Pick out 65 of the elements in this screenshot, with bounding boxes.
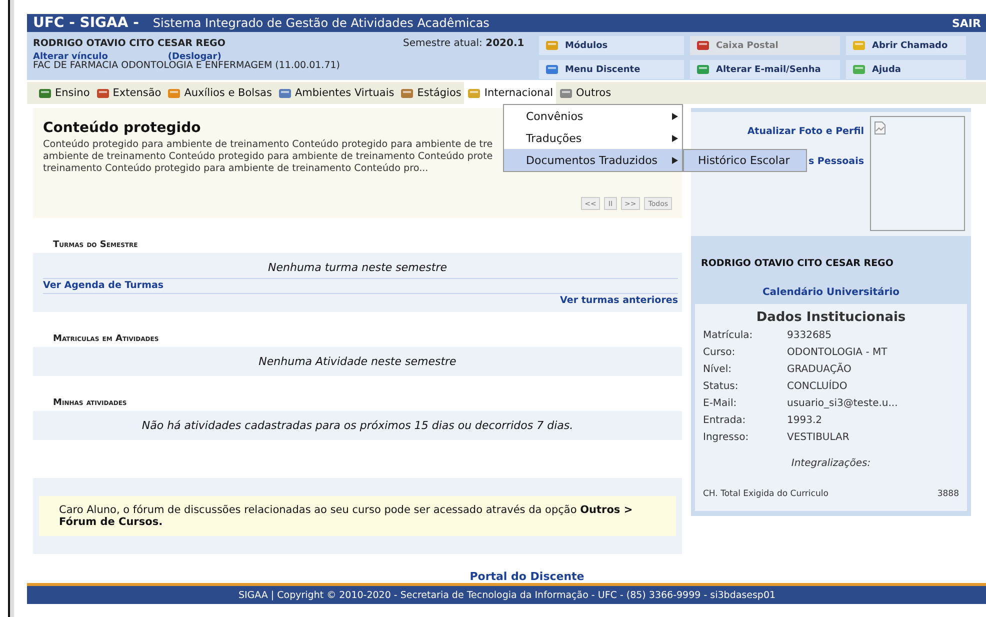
dropdown-item[interactable]: Documentos Traduzidos	[504, 149, 682, 171]
shortcut-button[interactable]: Abrir Chamado	[846, 36, 966, 55]
field-value: ODONTOLOGIA - MT	[787, 346, 888, 360]
dropdown-item[interactable]: Convênios	[504, 105, 682, 127]
total-label: CH. Total Exigida do Curriculo	[703, 489, 828, 499]
field-value: CONCLUÍDO	[787, 378, 848, 394]
caret-icon	[672, 156, 678, 164]
update-photo-link[interactable]: Atualizar Foto e Perfil	[747, 125, 864, 139]
menu-item[interactable]: Internacional	[464, 82, 556, 104]
menu-item[interactable]: Ambientes Virtuais	[274, 82, 398, 104]
empty-message: Nenhuma turma neste semestre	[267, 260, 448, 276]
footer-bar: SIGAA | Copyright © 2010-2020 - Secretaria de Tecnologia da Informação - UFC - (85) 3366-9999 - si3bdasesp01	[27, 583, 986, 604]
shortcut-button[interactable]: Módulos	[539, 36, 684, 55]
section-title: Matriculas em Atividades	[52, 333, 160, 346]
subtitle: Integralizações:	[790, 457, 872, 471]
notice-title: Conteúdo protegido	[43, 120, 202, 136]
submenu-item[interactable]: Histórico Escolar	[684, 150, 806, 171]
agenda-link[interactable]: Ver Agenda de Turmas	[43, 279, 164, 293]
portal-link[interactable]: Portal do Discente	[430, 570, 584, 583]
menu-item[interactable]: Outros	[556, 82, 614, 104]
field-label: Curso:	[703, 346, 736, 360]
shortcut-button[interactable]: Alterar E-mail/Senha	[690, 60, 840, 79]
empty-message: Não há atividades cadastradas para os próximos 15 dias ou decorridos 7 dias.	[140, 418, 574, 434]
caret-icon	[672, 134, 678, 142]
caret-icon	[672, 112, 678, 120]
app-title: Sistema Integrado de Gestão de Atividades Acadêmicas	[152, 16, 490, 30]
field-label: Nível:	[703, 363, 732, 377]
field-label: Entrada:	[703, 414, 747, 428]
broken-image-icon	[874, 121, 886, 135]
field-label: E-Mail:	[703, 397, 738, 411]
field-value: GRADUAÇÃO	[787, 362, 852, 377]
field-value: VESTIBULAR	[787, 431, 850, 445]
menu-item[interactable]: Estágios	[397, 82, 464, 104]
logout-link[interactable]: SAIR	[952, 16, 981, 30]
menu-item[interactable]: Auxílios e Bolsas	[164, 82, 275, 104]
field-label: Matrícula:	[703, 329, 754, 343]
user-name: RODRIGO OTAVIO CITO CESAR REGO	[33, 38, 226, 49]
shortcut-button[interactable]: Ajuda	[846, 60, 966, 79]
section-title: Minhas atividades	[52, 397, 128, 410]
notice-text: treinamento Conteúdo protegido para ambiente de treinamento Conteúdo pro...	[43, 163, 428, 175]
notice-text: ambiente de treinamento Conteúdo protegido para ambiente de treinamento Conteúdo prote	[43, 151, 493, 163]
field-value: 9332685	[787, 329, 833, 343]
field-label: Status:	[703, 380, 740, 394]
field-value: usuario_si3@teste.u...	[787, 397, 899, 411]
field-value: 1993.2	[787, 414, 823, 428]
menu-item[interactable]: Ensino	[35, 82, 93, 104]
menu-item[interactable]: Extensão	[92, 82, 164, 104]
user-link[interactable]: Alterar vínculo	[33, 53, 108, 61]
app-logo: UFC - SIGAA -	[33, 15, 139, 31]
section-title: Turmas do Semestre	[52, 239, 139, 252]
previous-classes-link[interactable]: Ver turmas anteriores	[560, 294, 678, 308]
shortcut-button[interactable]: Menu Discente	[539, 60, 684, 79]
forum-message: Caro Aluno, o fórum de discussões relacionadas ao seu curso pode ser acessado através da opção Outros > Fórum de Cursos.	[39, 496, 676, 536]
user-link[interactable]: (Deslogar)	[168, 53, 222, 61]
personal-data-link[interactable]: s Pessoais	[808, 155, 864, 169]
total-value: 3888	[937, 489, 959, 499]
student-name: RODRIGO OTAVIO CITO CESAR REGO	[700, 257, 894, 269]
semester-label: Semestre atual: 2020.1	[403, 37, 526, 51]
empty-message: Nenhuma Atividade neste semestre	[258, 354, 458, 370]
notice-text: Conteúdo protegido para ambiente de treinamento Conteúdo protegido para ambiente de tre	[43, 139, 493, 151]
calendar-link[interactable]: Calendário Universitário	[691, 269, 971, 304]
field-label: Ingresso:	[703, 431, 750, 445]
unit-name: FAC DE FARMACIA ODONTOLOGIA E ENFERMAGEM (11.00.01.71)	[33, 61, 341, 71]
dropdown-item[interactable]: Traduções	[504, 127, 682, 149]
card-title: Dados Institucionais	[755, 310, 907, 325]
